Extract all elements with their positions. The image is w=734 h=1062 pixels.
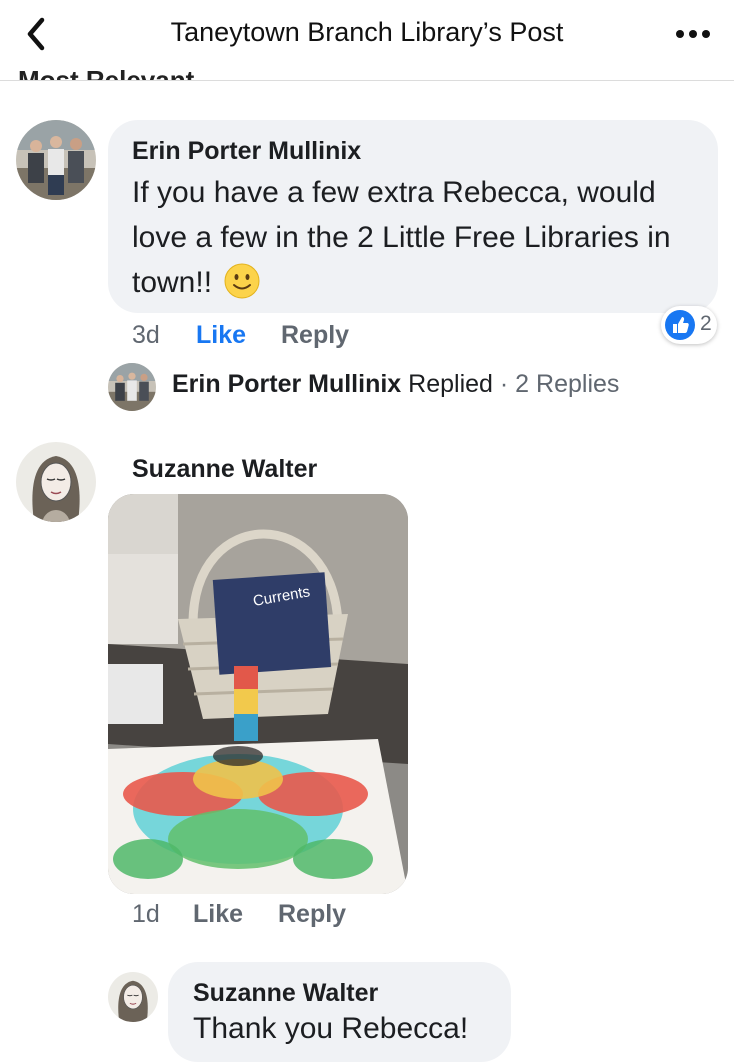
reply-avatar[interactable] — [108, 363, 156, 411]
smile-emoji-icon — [224, 263, 260, 312]
sort-label[interactable]: Most Relevant — [18, 62, 194, 80]
reply-author: Erin Porter Mullinix — [172, 370, 402, 398]
reply-button[interactable]: Reply — [278, 900, 346, 929]
view-replies-link[interactable]: Erin Porter Mullinix Replied · 2 Replies — [172, 370, 619, 399]
reply-text: Thank you Rebecca! — [193, 1012, 469, 1045]
reply-button[interactable]: Reply — [281, 321, 349, 350]
comment-author[interactable]: Suzanne Walter — [132, 455, 317, 484]
avatar[interactable] — [16, 120, 96, 200]
comment-text: If you have a few extra Rebecca, would l… — [132, 170, 707, 312]
reaction-count: 2 — [700, 312, 712, 335]
comment-timestamp: 1d — [132, 900, 160, 928]
reply-separator: · — [499, 370, 509, 398]
like-button[interactable]: Like — [196, 321, 246, 350]
comment-photo[interactable]: Currents — [108, 494, 408, 894]
page-title: Taneytown Branch Library’s Post — [170, 17, 564, 47]
reply-author[interactable]: Suzanne Walter — [193, 979, 378, 1008]
reply-action: Replied — [408, 370, 493, 398]
reply-avatar[interactable] — [108, 972, 158, 1022]
thumbs-up-icon — [664, 309, 696, 346]
avatar[interactable] — [16, 442, 96, 522]
reply-count: 2 Replies — [515, 370, 620, 398]
comment-timestamp: 3d — [132, 321, 160, 349]
like-button[interactable]: Like — [193, 900, 243, 929]
comment-author[interactable]: Erin Porter Mullinix — [132, 137, 361, 166]
more-options-icon[interactable] — [668, 14, 718, 54]
comment-text-body: If you have a few extra Rebecca, would l… — [132, 176, 671, 299]
